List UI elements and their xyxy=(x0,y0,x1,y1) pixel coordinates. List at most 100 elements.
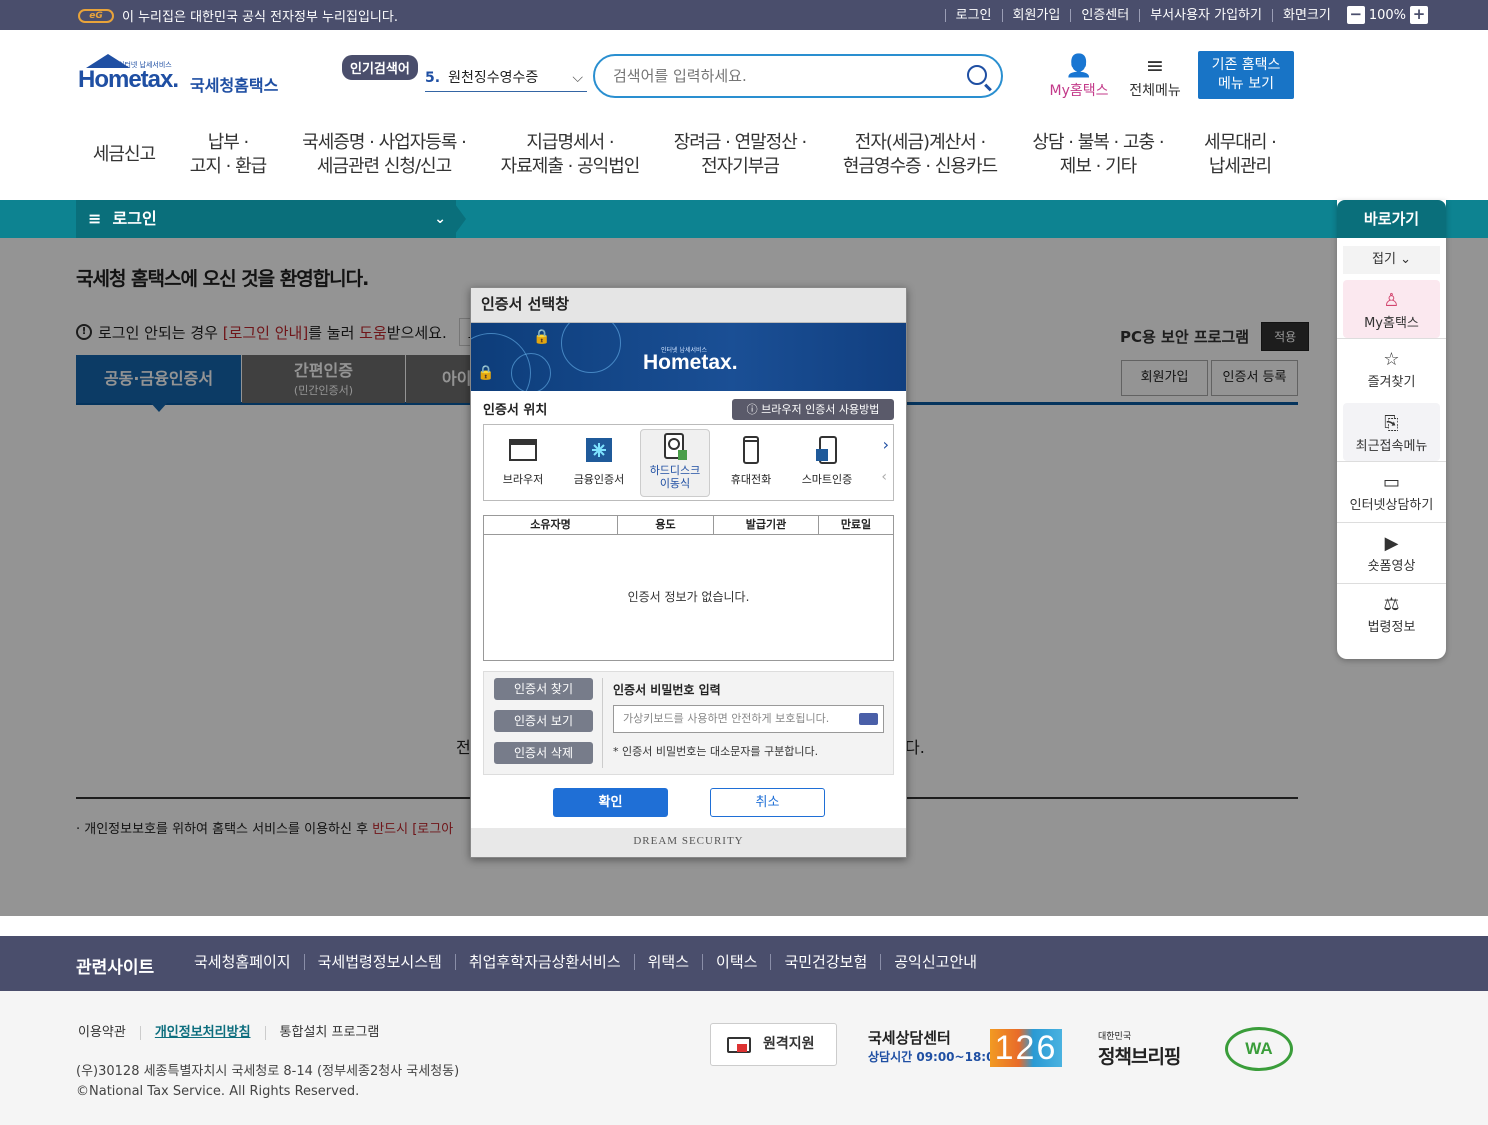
chevron-right-icon[interactable]: › xyxy=(883,435,889,454)
col-expiry: 만료일 xyxy=(840,518,872,531)
top-link-login[interactable]: 로그인 xyxy=(944,8,1002,22)
related-link[interactable]: 국세청홈페이지 xyxy=(194,954,304,970)
related-link[interactable]: 공익신고안내 xyxy=(880,954,990,970)
delete-cert-button[interactable]: 인증서 삭제 xyxy=(494,742,593,764)
hamburger-icon: ≡ xyxy=(1145,54,1165,79)
location-financial[interactable]: 금융인증서 xyxy=(564,429,634,497)
gnb-tax-filing[interactable]: 세금신고 xyxy=(93,143,156,167)
gnb-label: 납부 · xyxy=(207,132,250,153)
web-accessibility-mark: WA xyxy=(1225,1027,1293,1071)
popular-keyword[interactable]: 원천징수영수증 xyxy=(448,70,538,86)
quick-item-favorites[interactable]: ☆ 즐겨찾기 xyxy=(1337,338,1446,399)
gov-topbar: eG 이 누리집은 대한민국 공식 전자정부 누리집입니다. 로그인 회원가입 … xyxy=(0,0,1488,30)
top-link-cert-center[interactable]: 인증센터 xyxy=(1070,8,1139,22)
location-smart[interactable]: 스마트인증 xyxy=(792,429,862,497)
keyboard-icon[interactable] xyxy=(859,713,878,725)
gnb-statements[interactable]: 지급명세서 · 자료제출 · 공익법인 xyxy=(500,131,641,179)
footer-address: (우)30128 세종특별자치시 국세청로 8-14 (정부세종2청사 국세청동… xyxy=(76,1062,459,1102)
install-program-link[interactable]: 통합설치 프로그램 xyxy=(264,1026,394,1040)
gnb-label: 국세증명 · 사업자등록 · xyxy=(302,132,467,153)
user-icon: 👤 xyxy=(1065,54,1093,79)
confirm-button[interactable]: 확인 xyxy=(553,788,668,817)
footer-links: 이용약관 개인정보처리방침 통합설치 프로그램 xyxy=(78,1026,393,1040)
chevron-left-icon[interactable]: ‹ xyxy=(881,469,887,485)
egov-logo: eG xyxy=(78,8,114,23)
policy-briefing-logo[interactable]: 대한민국 정책브리핑 xyxy=(1098,1029,1181,1069)
search-input[interactable] xyxy=(613,66,943,86)
password-panel: 인증서 찾기 인증서 보기 인증서 삭제 인증서 비밀번호 입력 가상키보드를 … xyxy=(483,671,894,775)
quick-item-mytax[interactable]: ♙ My홈택스 xyxy=(1343,280,1440,338)
gnb-label: 고지 · 환급 xyxy=(189,156,267,177)
cert-empty-message: 인증서 정보가 없습니다. xyxy=(627,590,750,604)
gnb-label: 자료제출 · 공익법인 xyxy=(500,156,641,177)
gnb-incentives[interactable]: 장려금 · 연말정산 · 전자기부금 xyxy=(674,131,808,179)
password-input[interactable]: 가상키보드를 사용하면 안전하게 보호됩니다. xyxy=(613,705,884,733)
consult-center-hours: 상담시간 09:00~18:00 xyxy=(868,1050,1003,1064)
old-menu-line2: 메뉴 보기 xyxy=(1218,76,1274,92)
cancel-button[interactable]: 취소 xyxy=(710,788,825,817)
gnb-e-invoice[interactable]: 전자(세금)계산서 · 현금영수증 · 신용카드 xyxy=(843,131,998,179)
privacy-policy-link[interactable]: 개인정보처리방침 xyxy=(139,1026,265,1040)
banner-logo: Hometax. xyxy=(643,351,738,374)
quick-item-consult[interactable]: ▭ 인터넷상담하기 xyxy=(1337,461,1446,522)
cert-table-header: 소유자명 용도 발급기관 만료일 xyxy=(484,516,893,535)
quick-item-label: 숏폼영상 xyxy=(1367,559,1416,574)
old-menu-button[interactable]: 기존 홈택스 메뉴 보기 xyxy=(1198,51,1294,99)
all-menu-button[interactable]: ≡ 전체메뉴 xyxy=(1126,54,1184,100)
fold-button[interactable]: 접기 ⌄ xyxy=(1343,246,1440,274)
all-menu-label: 전체메뉴 xyxy=(1129,83,1181,99)
smart-cert-icon xyxy=(816,436,837,464)
col-owner: 소유자명 xyxy=(484,516,618,534)
cert-table: 소유자명 용도 발급기관 만료일 인증서 정보가 없습니다. xyxy=(483,515,894,661)
mytax-button[interactable]: 👤 My홈택스 xyxy=(1046,54,1112,100)
gnb-certificates[interactable]: 국세증명 · 사업자등록 · 세금관련 신청/신고 xyxy=(302,131,467,179)
play-icon: ▶ xyxy=(1384,533,1399,554)
laptop-icon: ▭ xyxy=(1382,472,1400,493)
related-link[interactable]: 이택스 xyxy=(702,954,770,970)
popular-search-select[interactable]: 5. 원천징수영수증 ⌵ xyxy=(425,66,587,92)
remote-support-button[interactable]: 원격지원 xyxy=(710,1023,837,1066)
col-issuer: 발급기관 xyxy=(714,516,819,534)
banner-decoration xyxy=(561,323,621,373)
gnb-consult[interactable]: 상담 · 불복 · 고충 · 제보 · 기타 xyxy=(1032,131,1164,179)
quick-item-shortform[interactable]: ▶ 숏폼영상 xyxy=(1337,522,1446,583)
password-label: 인증서 비밀번호 입력 xyxy=(613,683,721,697)
terms-link[interactable]: 이용약관 xyxy=(78,1026,140,1040)
related-link[interactable]: 국세법령정보시스템 xyxy=(303,954,455,970)
breadcrumb-arrow xyxy=(452,200,466,238)
zoom-in-button[interactable]: + xyxy=(1410,6,1428,24)
location-label: 스마트인증 xyxy=(801,473,853,486)
brief-sub: 대한민국 xyxy=(1098,1032,1132,1042)
browser-icon xyxy=(509,439,537,461)
chevron-down-icon: ⌄ xyxy=(434,211,446,227)
separator xyxy=(602,678,603,768)
zoom-out-button[interactable]: − xyxy=(1346,6,1365,24)
related-link[interactable]: 위택스 xyxy=(633,954,702,970)
search-icon[interactable] xyxy=(967,65,987,85)
quick-item-law[interactable]: ⚖ 법령정보 xyxy=(1337,583,1446,644)
logo-wordmark: Hometax. xyxy=(78,66,179,93)
chevron-down-icon[interactable]: ⌵ xyxy=(572,66,583,90)
quick-item-recent[interactable]: ⎘ 최근접속메뉴 xyxy=(1343,403,1440,461)
location-phone[interactable]: 휴대전화 xyxy=(716,429,786,497)
logo-name: 국세청홈택스 xyxy=(190,76,279,95)
chevron-down-icon: ⌄ xyxy=(1400,252,1411,267)
related-link[interactable]: 취업후학자금상환서비스 xyxy=(454,954,634,970)
gnb-tax-agent[interactable]: 세무대리 · 납세관리 xyxy=(1204,131,1277,179)
dialog-banner: 🔒 🔒 인터넷 납세서비스 Hometax. xyxy=(471,323,906,391)
howto-button[interactable]: ⓘ 브라우저 인증서 사용방법 xyxy=(732,399,894,420)
password-placeholder: 가상키보드를 사용하면 안전하게 보호됩니다. xyxy=(623,712,830,725)
location-browser[interactable]: 브라우저 xyxy=(488,429,558,497)
fold-label: 접기 xyxy=(1372,252,1396,267)
related-link[interactable]: 국민건강보험 xyxy=(770,954,880,970)
top-link-join[interactable]: 회원가입 xyxy=(1001,8,1071,22)
location-harddisk[interactable]: 하드디스크 이동식 xyxy=(640,429,710,497)
view-cert-button[interactable]: 인증서 보기 xyxy=(494,710,593,732)
hometax-logo[interactable]: 인터넷 납세서비스 Hometax. 국세청홈택스 xyxy=(78,54,288,104)
find-cert-button[interactable]: 인증서 찾기 xyxy=(494,678,593,700)
gnb-payment[interactable]: 납부 · 고지 · 환급 xyxy=(189,131,267,179)
top-link-dept-join[interactable]: 부서사용자 가입하기 xyxy=(1139,8,1272,22)
cert-select-dialog: 인증서 선택창 🔒 🔒 인터넷 납세서비스 Hometax. 인증서 위치 ⓘ … xyxy=(470,287,907,858)
location-label: 인증서 위치 xyxy=(483,403,548,418)
location-dropdown[interactable]: ≡ 로그인 ⌄ xyxy=(76,200,456,238)
